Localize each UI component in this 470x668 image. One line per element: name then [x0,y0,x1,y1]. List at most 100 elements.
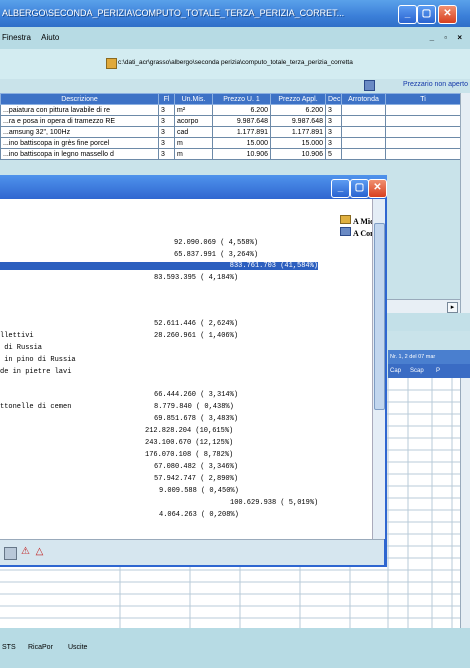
cell-arr[interactable] [341,115,386,127]
cell-prezzo[interactable]: 1.177.891 [212,126,271,138]
summary-line[interactable]: 176.070.108 ( 8,782%) [145,451,233,459]
summary-label[interactable]: llettivi [0,332,34,340]
summary-line[interactable]: 66.444.260 ( 3,314%) [154,391,238,399]
lower-vertical-scrollbar[interactable] [460,378,470,628]
summary-minimize-button[interactable]: _ [331,179,350,198]
maximize-button[interactable]: ▢ [417,5,436,24]
col-prezzo-appl[interactable]: Prezzo Appl. [270,93,326,105]
cell-dec[interactable]: 3 [325,104,342,116]
summary-content[interactable]: A Mico A Com 92.090.069 ( 4,558%) 65.837… [0,199,378,539]
side-item[interactable]: A Com [332,218,377,247]
col-ti[interactable]: Ti [385,93,461,105]
cell-prezzo-appl[interactable]: 10.906 [270,148,326,160]
summary-line[interactable]: 52.611.446 ( 2,624%) [154,320,238,328]
summary-line[interactable]: 212.828.204 (10,615%) [145,427,233,435]
cell-dec[interactable]: 3 [325,126,342,138]
lower-col-scap[interactable]: Scap [410,364,424,378]
summary-line[interactable]: 65.837.991 ( 3,264%) [174,251,258,259]
cell-prezzo[interactable]: 10.906 [212,148,271,160]
close-button[interactable]: ✕ [438,5,457,24]
cell-arr[interactable] [341,126,386,138]
summary-line[interactable]: 28.260.961 ( 1,406%) [154,332,238,340]
cell-dec[interactable]: 5 [325,148,342,160]
cell-desc[interactable]: ...ino battiscopa in legno massello d [0,148,159,160]
cell-arr[interactable] [341,104,386,116]
cell-ti[interactable] [385,115,461,127]
warning-icon[interactable]: ⚠ [20,546,31,557]
summary-line[interactable]: 69.851.678 ( 3,483%) [154,415,238,423]
cell-arr[interactable] [341,137,386,149]
cell-dec[interactable]: 3 [325,115,342,127]
scroll-right-arrow-icon[interactable]: ▸ [447,302,458,313]
menu-finestra[interactable]: Finestra [2,33,31,42]
summary-label[interactable]: di Russia [0,344,42,352]
table-row[interactable]: ...ino battiscopa in legno massello d3m1… [0,148,461,160]
cell-prezzo[interactable]: 6.200 [212,104,271,116]
summary-line[interactable]: 100.629.938 ( 5,019%) [230,499,318,507]
table-row[interactable]: ...amsung 32", 100Hz 3 cad 1.177.891 1.177.8… [0,126,461,138]
cell-um[interactable]: m [174,148,213,160]
col-arrotonda[interactable]: Arrotonda [341,93,386,105]
cell-prezzo-appl[interactable]: 1.177.891 [270,126,326,138]
cell-um[interactable]: cad [174,126,213,138]
summary-label[interactable]: ttonelle di cemen [0,403,71,411]
cell-um[interactable]: m² [174,104,213,116]
mdi-controls[interactable]: _ ▫ × [430,27,466,49]
cell-prezzo-appl[interactable]: 9.987.648 [270,115,326,127]
price-list-icon[interactable] [364,80,375,91]
summary-line-selected[interactable]: 833.761.703 (41,584%) [0,262,318,270]
cell-fl[interactable]: 3 [158,104,175,116]
cell-fl[interactable]: 3 [158,137,175,149]
print-icon[interactable] [4,547,17,560]
cell-dec[interactable]: 3 [325,137,342,149]
cell-um[interactable]: acorpo [174,115,213,127]
summary-maximize-button[interactable]: ▢ [350,179,369,198]
table-row[interactable]: ...paiatura con pittura lavabile di re 3 m… [0,104,461,116]
col-dec[interactable]: Dec [325,93,342,105]
summary-close-button[interactable]: ✕ [368,179,387,198]
folder-icon[interactable] [106,58,117,69]
col-fl[interactable]: Fl [158,93,175,105]
col-unmis[interactable]: Un.Mis. [174,93,213,105]
cell-desc[interactable]: ...ra e posa in opera di tramezzo RE [0,115,159,127]
summary-scroll-thumb[interactable] [374,223,385,410]
summary-line[interactable]: 83.593.395 ( 4,184%) [154,274,238,282]
cell-prezzo-appl[interactable]: 6.200 [270,104,326,116]
alert-icon[interactable]: △ [34,546,45,557]
cell-desc[interactable]: ...paiatura con pittura lavabile di re [0,104,159,116]
summary-label[interactable]: in pino di Russia [0,356,75,364]
cell-arr[interactable] [341,148,386,160]
status-ricapor[interactable]: RicaPor [28,644,53,651]
summary-line[interactable]: 92.090.069 ( 4,558%) [174,239,258,247]
cell-fl[interactable]: 3 [158,126,175,138]
summary-line[interactable]: 57.942.747 ( 2,890%) [154,475,238,483]
table-vertical-scrollbar[interactable] [460,93,470,313]
minimize-button[interactable]: _ [398,5,417,24]
cell-ti[interactable] [385,148,461,160]
summary-label[interactable]: de in pietre lavi [0,368,71,376]
cell-fl[interactable]: 3 [158,148,175,160]
summary-line[interactable]: 9.009.588 ( 0,450%) [159,487,239,495]
cell-prezzo-appl[interactable]: 15.000 [270,137,326,149]
cell-desc[interactable]: ...amsung 32", 100Hz [0,126,159,138]
cell-prezzo[interactable]: 15.000 [212,137,271,149]
cell-um[interactable]: m [174,137,213,149]
price-list-link[interactable]: Prezzario non aperto [403,81,468,88]
table-row[interactable]: ...ino battiscopa in grès fine porcel 3 m 1… [0,137,461,149]
summary-line[interactable]: 243.100.670 (12,125%) [145,439,233,447]
cell-ti[interactable] [385,137,461,149]
col-prezzo-u1[interactable]: Prezzo U. 1 [212,93,271,105]
cell-desc[interactable]: ...ino battiscopa in grès fine porcel [0,137,159,149]
summary-line[interactable]: 4.064.263 ( 0,208%) [159,511,239,519]
lower-col-p[interactable]: P [436,364,440,378]
lower-col-cap[interactable]: Cap [390,364,401,378]
summary-line[interactable]: 67.080.482 ( 3,346%) [154,463,238,471]
cell-ti[interactable] [385,126,461,138]
status-sts[interactable]: STS [2,644,16,651]
col-descrizione[interactable]: Descrizione [0,93,159,105]
menu-aiuto[interactable]: Aiuto [41,33,59,42]
cell-prezzo[interactable]: 9.987.648 [212,115,271,127]
status-uscite[interactable]: Uscite [68,644,87,651]
cell-fl[interactable]: 3 [158,115,175,127]
cell-ti[interactable] [385,104,461,116]
